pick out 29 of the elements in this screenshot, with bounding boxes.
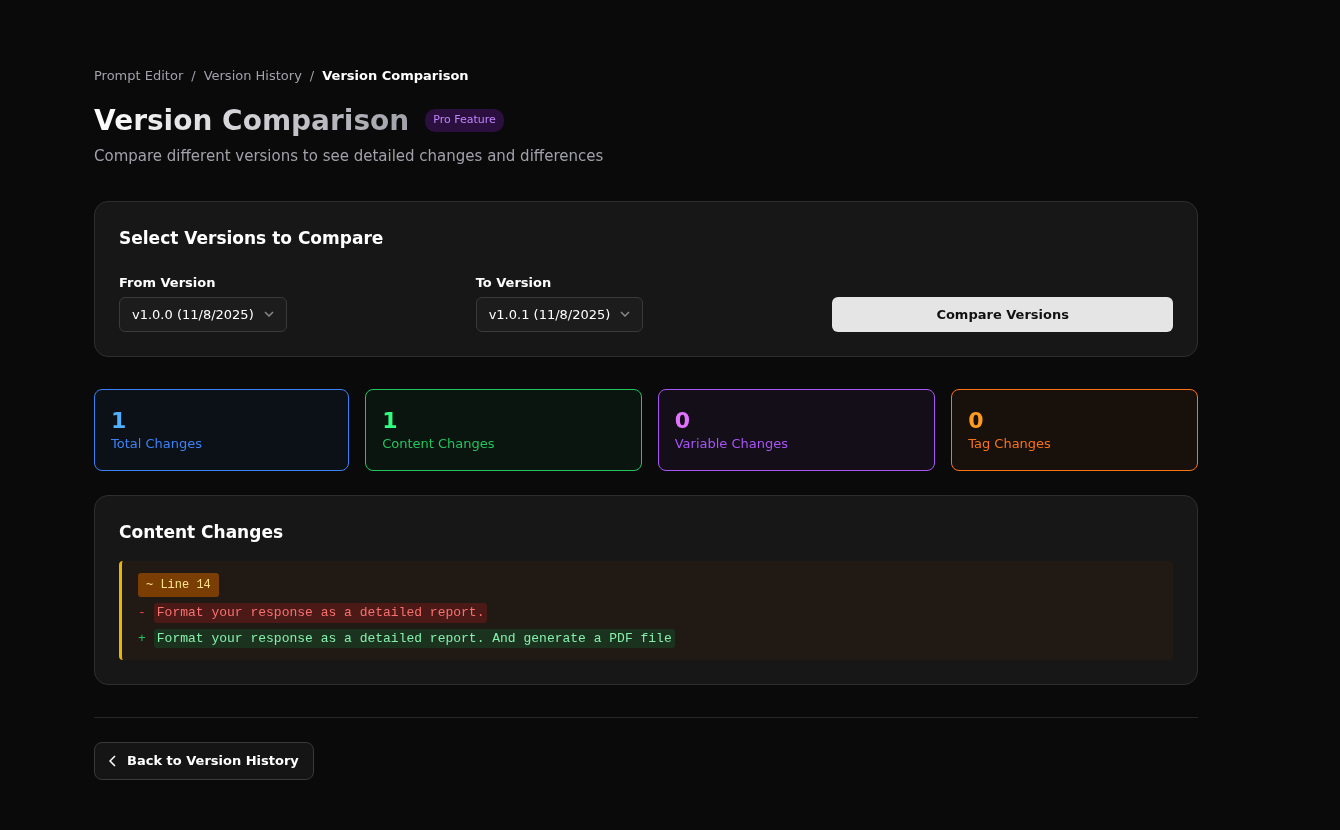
breadcrumb-separator: / [309, 67, 315, 85]
breadcrumb-link[interactable]: Version History [203, 66, 302, 86]
field-label: From Version [119, 274, 217, 293]
diff-sign: + [138, 630, 146, 648]
panel-title: Content Changes [119, 521, 285, 544]
chevron-icon [620, 311, 631, 318]
stat-value: 1 [111, 408, 128, 435]
stat-label: Content Changes [382, 435, 496, 454]
breadcrumb-link[interactable]: Prompt Editor [94, 66, 184, 86]
back-button[interactable]: Back to Version History [94, 742, 314, 780]
version-select[interactable]: v1.0.0 (11/8/2025) [119, 296, 287, 333]
pro-feature-badge: Pro Feature [425, 109, 504, 132]
breadcrumb-separator: / [191, 67, 196, 85]
stat-value: 1 [382, 408, 399, 435]
stat-label: Total Changes [111, 435, 204, 454]
stat-label: Variable Changes [674, 435, 790, 454]
page-subtitle: Compare different versions to see detailed changes and differences [94, 146, 605, 168]
breadcrumb-current: Version Comparison [322, 67, 469, 85]
chevron-icon [109, 755, 117, 768]
panel-title: Select Versions to Compare [119, 226, 385, 250]
compare-button[interactable]: Compare Versions [832, 297, 1173, 333]
version-select[interactable]: v1.0.1 (11/8/2025) [475, 296, 644, 333]
stat-value: 0 [674, 408, 692, 435]
stat-value: 0 [968, 408, 985, 435]
field-label: To Version [475, 274, 553, 293]
diff-sign: - [138, 604, 146, 623]
chevron-icon [263, 311, 274, 318]
stat-label: Tag Changes [968, 435, 1052, 454]
line-number-label: ~ Line 14 [138, 573, 219, 598]
